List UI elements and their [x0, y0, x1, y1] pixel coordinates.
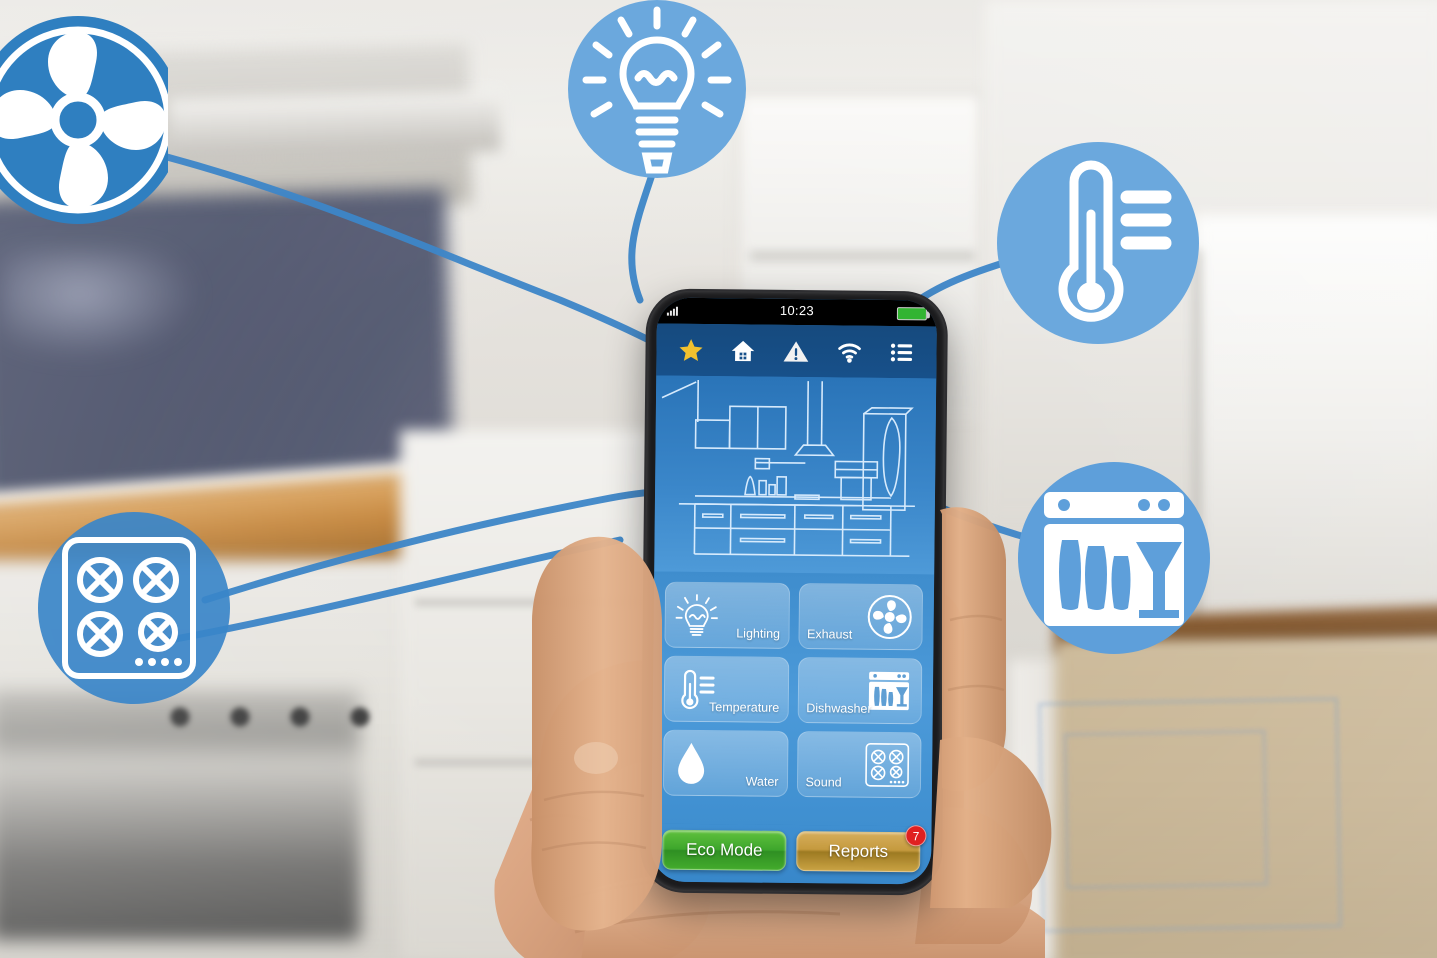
bubble-lighting[interactable]	[568, 0, 746, 178]
tile-label: Water	[745, 774, 779, 789]
tile-row: Water Sound	[662, 729, 922, 799]
tile-label: Temperature	[709, 700, 780, 715]
tile-label: Lighting	[736, 626, 781, 641]
tile-label: Dishwasher	[806, 701, 872, 716]
bubble-exhaust-fan[interactable]	[0, 10, 168, 225]
battery-full-icon	[896, 306, 927, 320]
nav-house-icon[interactable]	[730, 337, 757, 364]
app-nav-bar	[656, 323, 937, 379]
bubble-cooktop[interactable]	[38, 512, 230, 704]
tile-label: Exhaust	[806, 627, 853, 642]
status-bar: 10:23	[656, 297, 938, 327]
tile-label: Sound	[805, 775, 842, 790]
front-fingers	[930, 507, 1052, 908]
status-time: 10:23	[779, 302, 815, 319]
thumb-front	[531, 536, 662, 931]
nav-warning-triangle-icon[interactable]	[782, 337, 809, 364]
tile-row: Lighting Exhaust	[664, 581, 924, 651]
scene-root: 10:23 Lighting Exhaust Temperature Dishw…	[0, 0, 1437, 958]
nav-list-menu-icon[interactable]	[889, 338, 916, 365]
nav-wifi-icon[interactable]	[835, 337, 863, 365]
nav-star-icon[interactable]	[677, 336, 704, 363]
reports-label: Reports	[828, 841, 889, 861]
bubble-temperature[interactable]	[997, 142, 1199, 344]
tile-row: Temperature Dishwasher	[663, 655, 923, 725]
